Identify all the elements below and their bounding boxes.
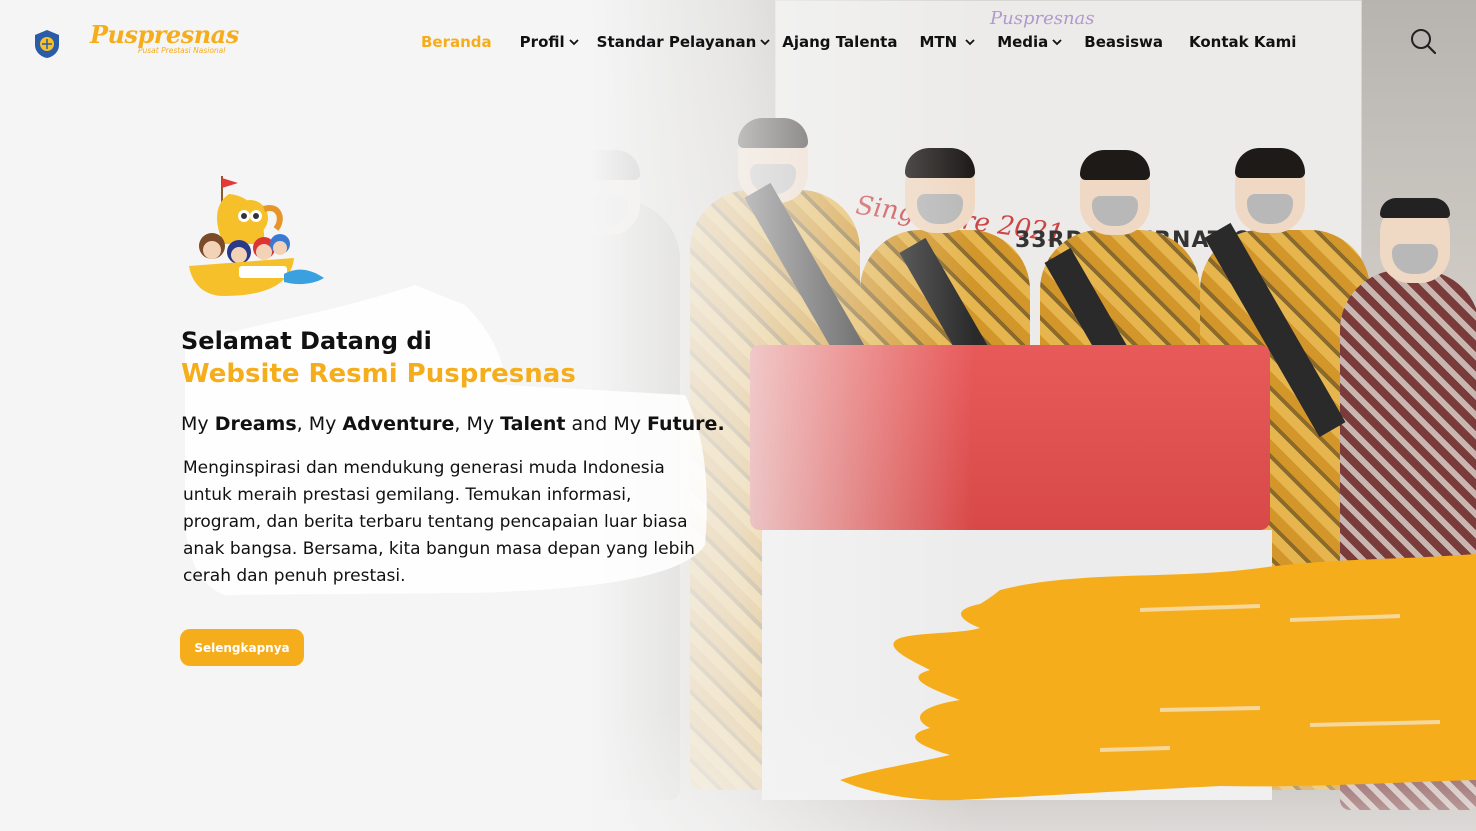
tagline-text: , My bbox=[454, 413, 501, 435]
orange-brush-splash bbox=[840, 554, 1476, 801]
chevron-down-icon bbox=[569, 39, 579, 46]
nav-item-label: Media bbox=[997, 33, 1049, 51]
welcome-subheading: Website Resmi Puspresnas bbox=[181, 359, 576, 389]
government-emblem-icon[interactable] bbox=[33, 29, 61, 59]
chevron-down-icon bbox=[965, 39, 975, 46]
chevron-down-icon bbox=[1052, 39, 1062, 46]
face bbox=[1235, 148, 1305, 233]
tagline-dreams: Dreams bbox=[214, 413, 297, 435]
tagline-adventure: Adventure bbox=[342, 413, 455, 435]
brand-subtitle: Pusat Prestasi Nasional bbox=[138, 46, 226, 55]
face bbox=[1380, 198, 1450, 283]
nav-item-beasiswa[interactable]: Beasiswa bbox=[1084, 33, 1163, 51]
nav-item-mtn[interactable]: MTN bbox=[919, 33, 975, 51]
nav-item-label: Beasiswa bbox=[1084, 33, 1164, 51]
hero-tagline: My Dreams, My Adventure, My Talent and M… bbox=[181, 413, 725, 435]
tagline-talent: Talent bbox=[500, 413, 566, 435]
nav-item-media[interactable]: Media bbox=[997, 33, 1062, 51]
mascot-illustration bbox=[189, 176, 324, 296]
selengkapnya-button[interactable]: Selengkapnya bbox=[180, 629, 304, 666]
nav-item-ajang-talenta[interactable]: Ajang Talenta bbox=[782, 33, 897, 51]
nav-item-label: Ajang Talenta bbox=[782, 33, 898, 51]
nav-item-kontak-kami[interactable]: Kontak Kami bbox=[1189, 33, 1296, 51]
nav-item-label: MTN bbox=[919, 33, 958, 51]
search-icon[interactable] bbox=[1408, 26, 1438, 56]
face bbox=[1080, 150, 1150, 235]
chevron-down-icon bbox=[760, 39, 770, 46]
welcome-heading: Selamat Datang di bbox=[181, 327, 432, 355]
face bbox=[570, 150, 640, 235]
main-nav: Beranda Profil Standar Pelayanan Ajang T… bbox=[421, 31, 1296, 53]
nav-item-label: Kontak Kami bbox=[1189, 33, 1297, 51]
nav-item-label: Standar Pelayanan bbox=[596, 33, 757, 51]
brand-name: Puspresnas bbox=[90, 20, 239, 49]
nav-item-beranda[interactable]: Beranda bbox=[421, 33, 492, 51]
face bbox=[905, 148, 975, 233]
hero-description: Menginspirasi dan mendukung generasi mud… bbox=[183, 458, 695, 586]
nav-item-profil[interactable]: Profil bbox=[520, 33, 579, 51]
nav-item-standar-pelayanan[interactable]: Standar Pelayanan bbox=[597, 33, 771, 51]
brand-logo[interactable]: Puspresnas Pusat Prestasi Nasional bbox=[90, 20, 239, 56]
nav-item-label: Profil bbox=[519, 33, 565, 51]
flag-red-stripe bbox=[750, 345, 1270, 530]
tagline-future: Future. bbox=[647, 413, 725, 435]
nav-item-label: Beranda bbox=[421, 33, 492, 51]
tagline-text: , My bbox=[296, 413, 343, 435]
tagline-text: and My bbox=[565, 413, 648, 435]
site-header: Puspresnas Pusat Prestasi Nasional Beran… bbox=[0, 0, 1476, 84]
tagline-text: My bbox=[181, 413, 215, 435]
